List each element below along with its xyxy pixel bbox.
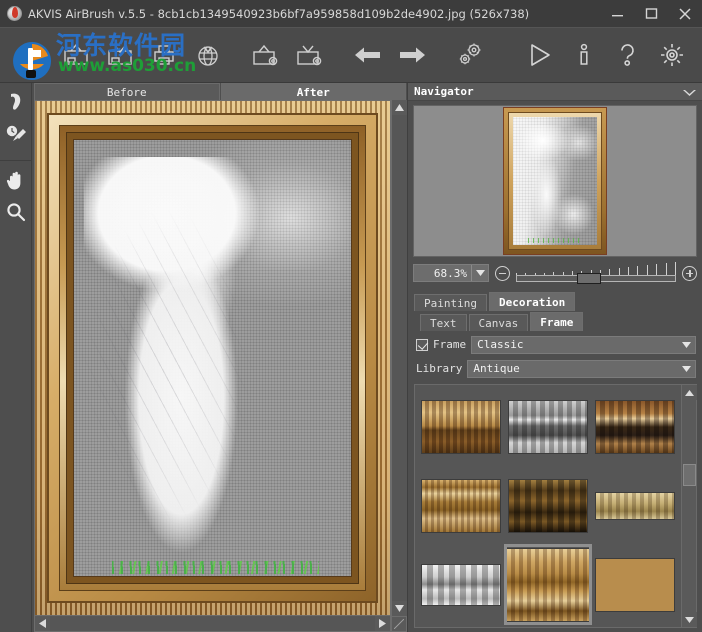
artwork-image [73, 139, 352, 577]
info-icon[interactable] [562, 32, 606, 78]
frame-gallery[interactable] [415, 385, 681, 627]
redo-arrow-icon[interactable] [390, 32, 434, 78]
canvas-vertical-scrollbar[interactable] [391, 100, 407, 616]
gallery-scroll-up-button[interactable] [682, 385, 697, 400]
preferences-gear-icon[interactable] [650, 32, 694, 78]
frame-style-row: Frame Classic [416, 334, 696, 355]
zoom-level-combobox[interactable]: 68.3% [413, 264, 489, 282]
close-button[interactable] [668, 0, 702, 28]
navigator-preview[interactable] [413, 105, 697, 257]
horizontal-scroll-track[interactable] [50, 616, 375, 631]
library-value: Antique [473, 362, 520, 375]
scroll-down-button[interactable] [392, 601, 407, 616]
tab-decoration[interactable]: Decoration [488, 292, 576, 311]
frame-thumbnail-8[interactable] [503, 544, 593, 625]
canvas-row [32, 100, 407, 616]
maximize-button[interactable] [634, 0, 668, 28]
hand-tool-icon[interactable] [1, 165, 31, 195]
gallery-scroll-track[interactable] [682, 400, 696, 612]
print-image-icon[interactable] [142, 32, 186, 78]
zoom-level-value: 68.3% [433, 266, 467, 280]
pencil-strokes [73, 139, 352, 577]
frame-thumbnail-4[interactable] [419, 468, 504, 545]
frame-thumbnail-1[interactable] [419, 389, 504, 466]
smudge-brush-icon[interactable] [1, 87, 31, 117]
chevron-down-icon[interactable] [677, 361, 695, 377]
frame-style-dropdown[interactable]: Classic [471, 335, 696, 354]
canvas-horizontal-scrollbar-row [34, 616, 407, 632]
load-preset-icon[interactable] [244, 32, 288, 78]
zoom-slider-thumb[interactable] [576, 273, 601, 284]
frame-enable-checkbox[interactable] [416, 338, 428, 351]
history-brush-icon[interactable] [1, 119, 31, 149]
akvis-logo-icon [6, 5, 23, 22]
library-dropdown[interactable]: Antique [467, 359, 696, 378]
grass-detail [112, 561, 319, 574]
app-window: AKVIS AirBrush v.5.5 - 8cb1cb1349540923b… [0, 0, 702, 632]
zoom-slider[interactable] [516, 262, 676, 284]
library-row: Library Antique [416, 358, 696, 379]
publish-icon[interactable] [186, 32, 230, 78]
frame-thumbnail-6[interactable] [592, 468, 677, 545]
gallery-scroll-thumb[interactable] [683, 464, 696, 486]
tool-divider [0, 151, 31, 161]
tab-text[interactable]: Text [420, 314, 467, 331]
tab-canvas[interactable]: Canvas [468, 314, 529, 331]
body: Before After Navigator 68.3% Painting De… [0, 83, 702, 632]
image-view: Before After [32, 83, 408, 632]
title-bar: AKVIS AirBrush v.5.5 - 8cb1cb1349540923b… [0, 0, 702, 28]
gears-icon[interactable] [448, 32, 492, 78]
window-title: AKVIS AirBrush v.5.5 - 8cb1cb1349540923b… [28, 6, 530, 21]
zoom-out-button[interactable] [495, 265, 510, 281]
right-panel: Navigator 68.3% Painting Decoration Text… [408, 83, 702, 632]
frame-style-value: Classic [477, 338, 524, 351]
frame-thumbnail-5[interactable] [506, 468, 591, 545]
image-canvas[interactable] [34, 100, 391, 616]
before-after-tabs: Before After [32, 83, 407, 100]
vertical-scroll-track[interactable] [392, 115, 407, 601]
frame-checkbox-label: Frame [433, 338, 467, 351]
undo-arrow-icon[interactable] [346, 32, 390, 78]
gallery-scroll-down-button[interactable] [682, 612, 697, 627]
frame-thumbnail-2[interactable] [506, 389, 591, 466]
gallery-scrollbar[interactable] [681, 385, 697, 627]
chevron-down-icon[interactable] [471, 265, 488, 281]
toolbar-right-group [518, 32, 702, 78]
library-label: Library [416, 362, 463, 375]
help-question-icon[interactable] [606, 32, 650, 78]
scroll-right-button[interactable] [375, 616, 390, 631]
open-image-icon[interactable] [54, 32, 98, 78]
settings-main-tabs: Painting Decoration [414, 292, 702, 311]
frame-thumbnail-9[interactable] [592, 546, 677, 623]
navigator-title: Navigator [414, 85, 474, 98]
run-play-icon[interactable] [518, 32, 562, 78]
save-preset-icon[interactable] [288, 32, 332, 78]
chevron-down-icon[interactable] [683, 82, 696, 101]
tab-before[interactable]: Before [34, 83, 220, 100]
save-image-icon[interactable] [98, 32, 142, 78]
scroll-up-button[interactable] [392, 100, 407, 115]
tab-frame[interactable]: Frame [530, 312, 584, 331]
toolbar-left-group [0, 32, 492, 78]
settings-sub-tabs: Text Canvas Frame [420, 312, 702, 331]
navigator-thumbnail [503, 107, 607, 255]
zoom-in-button[interactable] [682, 265, 697, 281]
canvas-horizontal-scrollbar[interactable] [34, 616, 391, 632]
chevron-down-icon[interactable] [677, 337, 695, 353]
zoom-controls: 68.3% [413, 260, 697, 286]
minimize-button[interactable] [600, 0, 634, 28]
frame-gallery-wrap [414, 384, 697, 628]
resize-grip-icon[interactable] [391, 616, 407, 632]
tab-after[interactable]: After [220, 83, 406, 100]
navigator-header: Navigator [408, 83, 702, 101]
frame-thumbnail-7[interactable] [419, 546, 504, 623]
tab-painting[interactable]: Painting [414, 294, 487, 311]
tool-strip [0, 83, 32, 632]
scroll-left-button[interactable] [35, 616, 50, 631]
frame-thumbnail-3[interactable] [592, 389, 677, 466]
main-toolbar: 河东软件园 www.as030.cn [0, 28, 702, 83]
window-controls [600, 0, 702, 28]
zoom-magnifier-icon[interactable] [1, 197, 31, 227]
